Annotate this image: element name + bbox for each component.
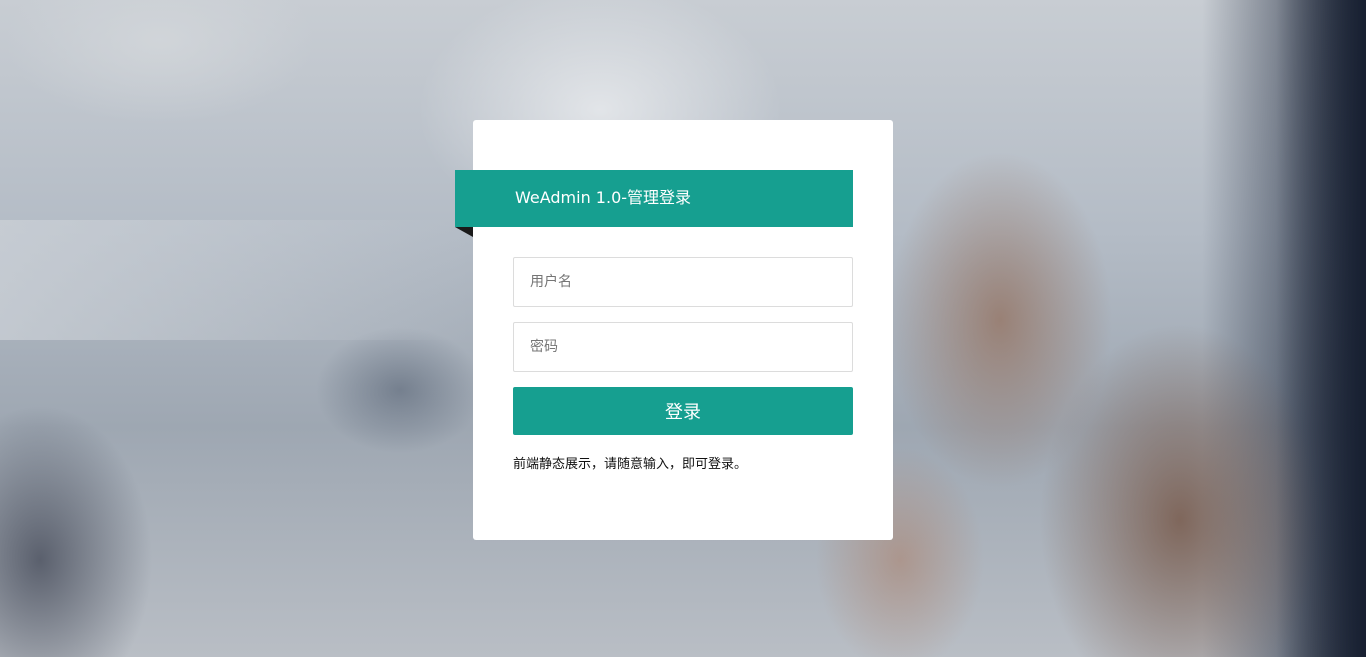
username-field[interactable]: [513, 257, 853, 307]
background-highlight: [0, 220, 470, 340]
password-input[interactable]: [514, 323, 852, 371]
ribbon-fold: [455, 227, 473, 237]
background-shadow: [1276, 0, 1366, 657]
password-field[interactable]: [513, 322, 853, 372]
login-button[interactable]: 登录: [513, 387, 853, 435]
username-input[interactable]: [514, 258, 852, 306]
login-title-ribbon: WeAdmin 1.0-管理登录: [455, 170, 853, 227]
login-title: WeAdmin 1.0-管理登录: [515, 188, 692, 207]
login-hint: 前端静态展示，请随意输入，即可登录。: [513, 457, 748, 472]
